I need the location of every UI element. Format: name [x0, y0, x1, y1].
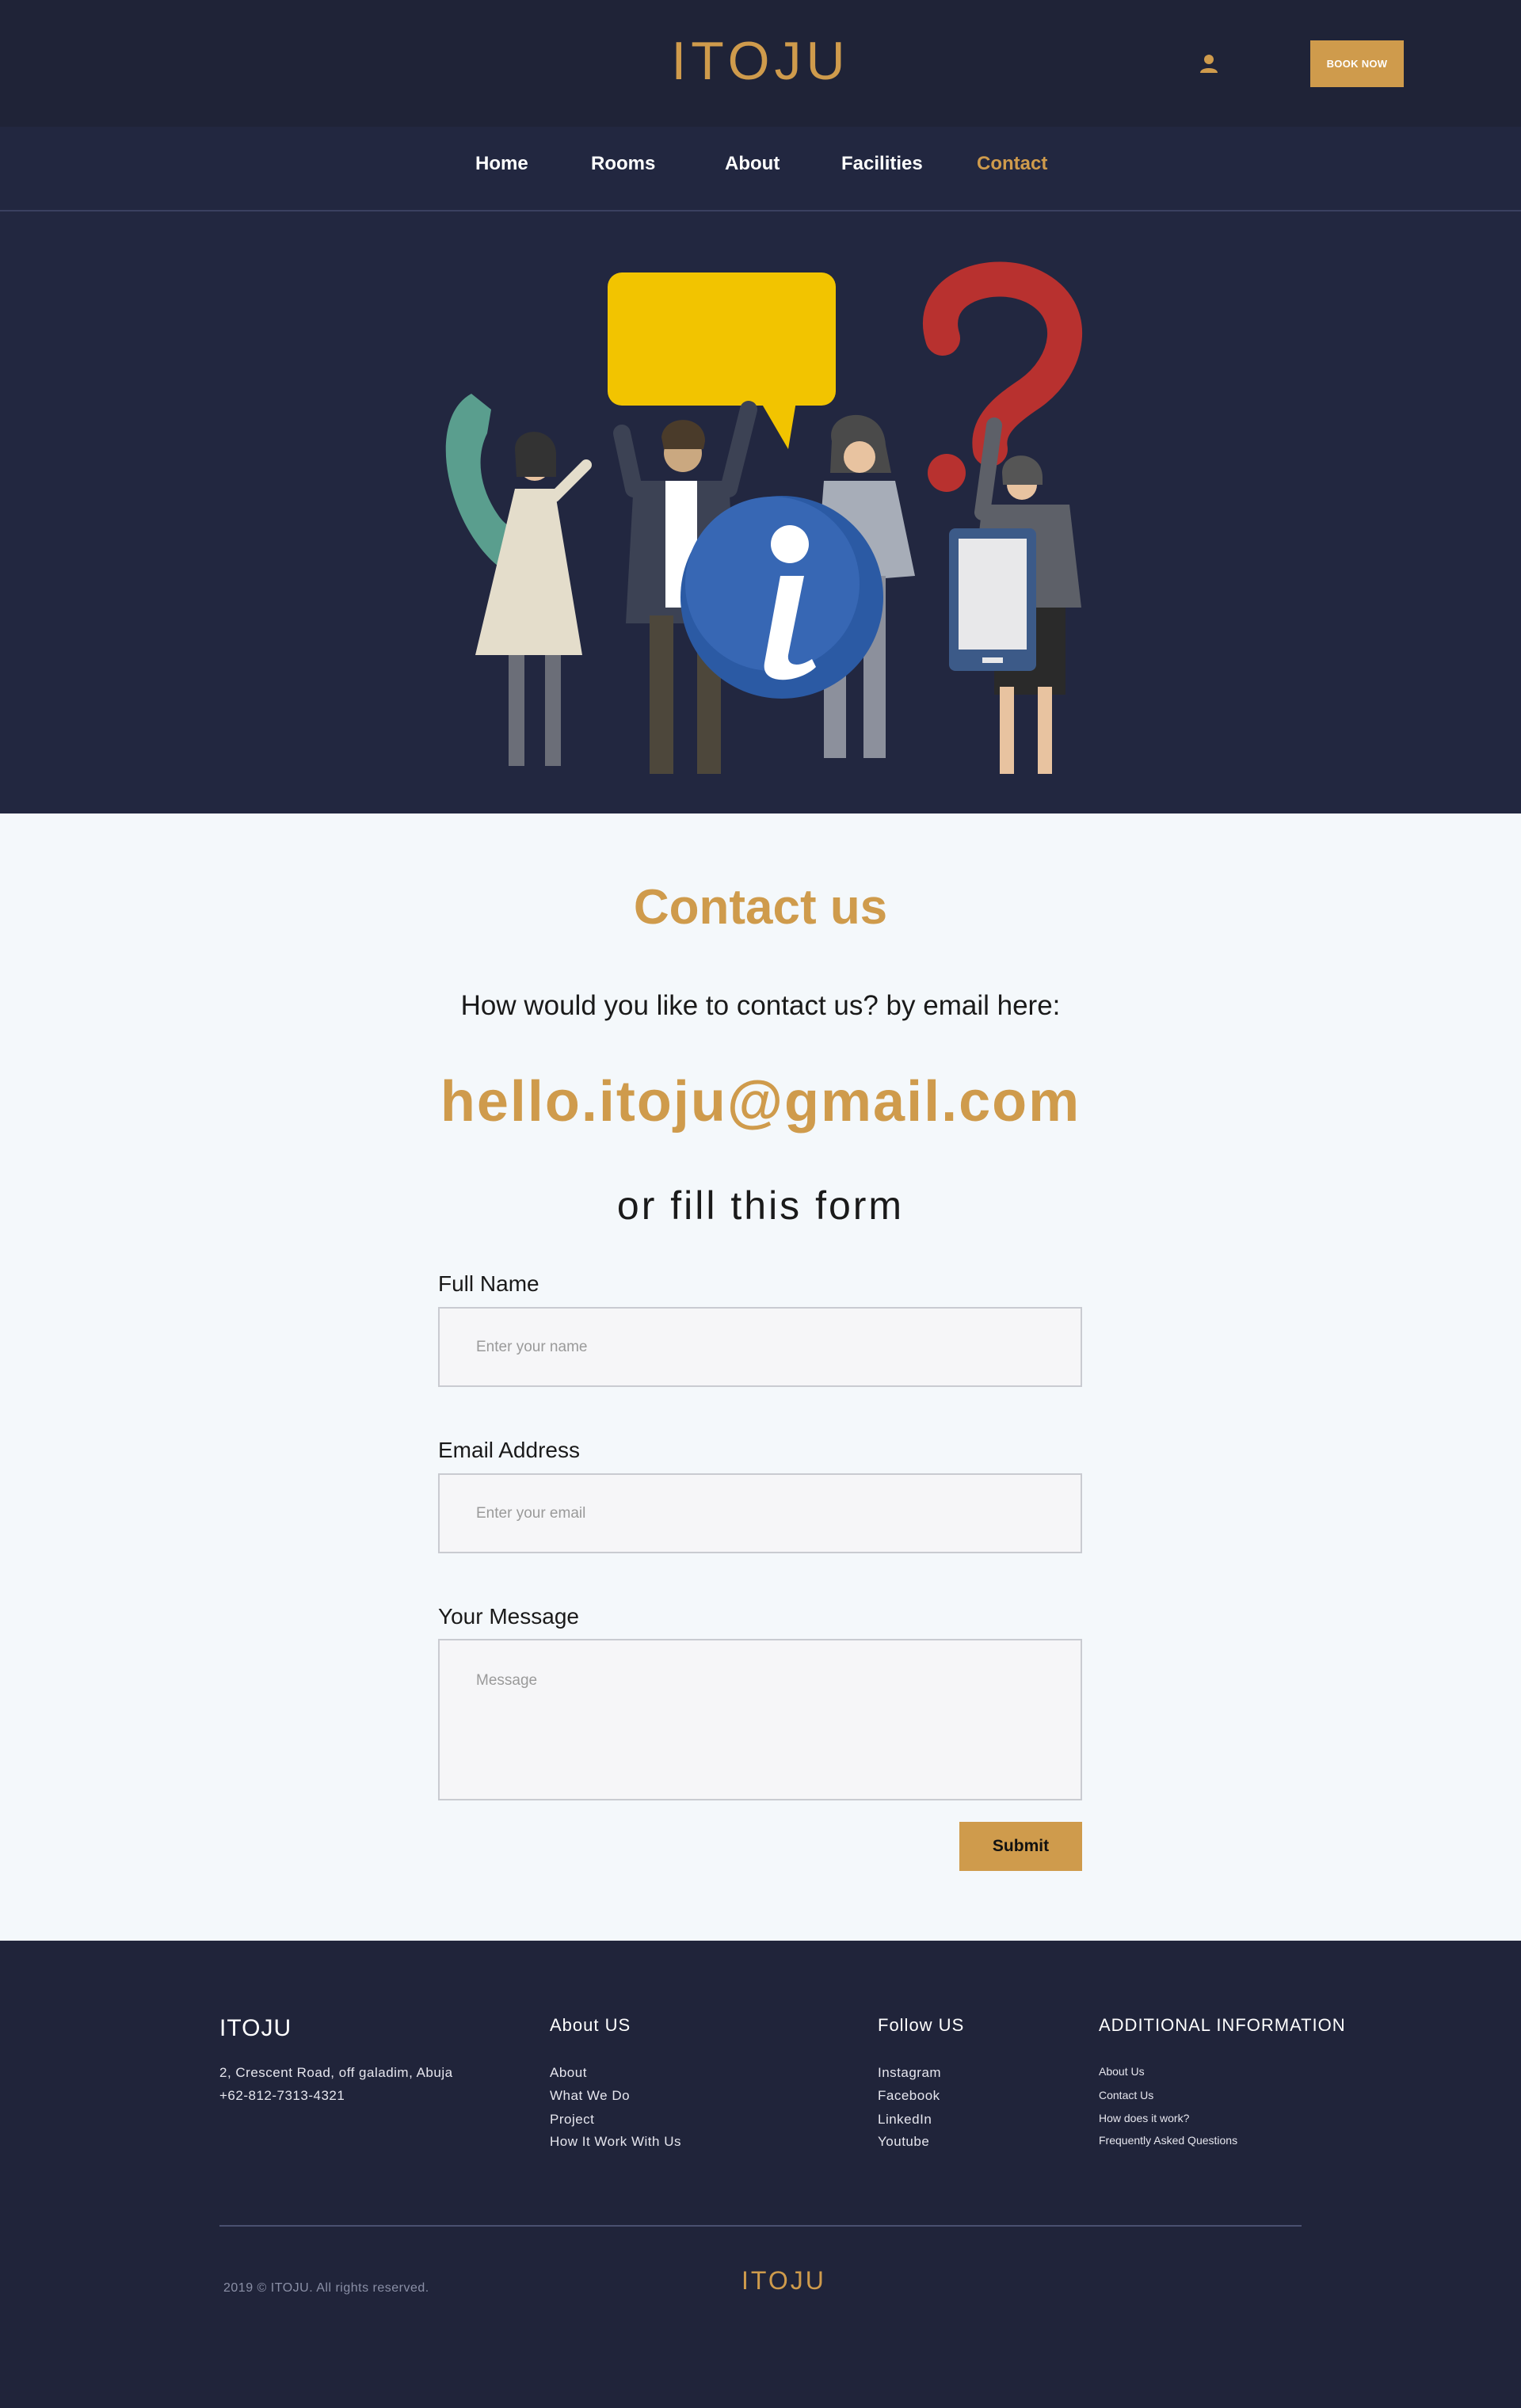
speech-bubble-icon — [608, 272, 836, 449]
footer-link-instagram[interactable]: Instagram — [878, 2065, 941, 2081]
footer-link-faq[interactable]: Frequently Asked Questions — [1099, 2134, 1237, 2147]
footer-link-about-us[interactable]: About Us — [1099, 2065, 1145, 2078]
nav-item-rooms[interactable]: Rooms — [591, 153, 655, 175]
main-nav: Home Rooms About Facilities Contact — [0, 127, 1521, 211]
footer-link-about[interactable]: About — [550, 2065, 587, 2081]
top-header: ITOJU BOOK NOW — [0, 0, 1521, 127]
info-icon — [680, 496, 883, 699]
footer-brand: ITOJU — [219, 2015, 292, 2041]
nav-item-contact[interactable]: Contact — [977, 153, 1047, 175]
footer-address: 2, Crescent Road, off galadim, Abuja — [219, 2065, 453, 2080]
footer-link-project[interactable]: Project — [550, 2112, 594, 2128]
footer-additional-heading: ADDITIONAL INFORMATION — [1099, 2015, 1346, 2035]
form-intro-text: or fill this form — [616, 1183, 905, 1228]
support-agent-1 — [475, 432, 592, 766]
email-address-label: Email Address — [438, 1438, 580, 1462]
message-label: Your Message — [438, 1604, 579, 1629]
customer-support-illustration — [445, 261, 1083, 774]
full-name-label: Full Name — [438, 1271, 539, 1296]
nav-item-facilities[interactable]: Facilities — [841, 153, 923, 175]
footer-link-facebook[interactable]: Facebook — [878, 2088, 940, 2104]
full-name-field[interactable] — [438, 1307, 1082, 1387]
footer-follow-heading: Follow US — [878, 2015, 965, 2035]
footer-copyright: 2019 © ITOJU. All rights reserved. — [223, 2281, 429, 2295]
footer-link-how-does-it-work[interactable]: How does it work? — [1099, 2112, 1189, 2124]
footer-link-what-we-do[interactable]: What We Do — [550, 2088, 630, 2104]
nav-item-home[interactable]: Home — [475, 153, 528, 175]
page-title: Contact us — [633, 880, 888, 935]
contact-email-link[interactable]: hello.itoju@gmail.com — [0, 1069, 1521, 1134]
message-field[interactable] — [438, 1639, 1082, 1800]
submit-button[interactable]: Submit — [959, 1822, 1082, 1871]
footer-link-contact-us[interactable]: Contact Us — [1099, 2089, 1153, 2101]
contact-subtitle: How would you like to contact us? by ema… — [460, 990, 1061, 1021]
email-field[interactable] — [438, 1473, 1082, 1553]
footer-about-heading: About US — [550, 2015, 631, 2035]
footer-logo[interactable]: ITOJU — [741, 2266, 826, 2296]
footer-link-youtube[interactable]: Youtube — [878, 2134, 929, 2150]
footer-phone: +62-812-7313-4321 — [219, 2088, 345, 2103]
footer-link-linkedin[interactable]: LinkedIn — [878, 2112, 932, 2128]
site-footer: ITOJU 2, Crescent Road, off galadim, Abu… — [0, 1941, 1521, 2408]
footer-link-how-it-works[interactable]: How It Work With Us — [550, 2134, 681, 2150]
footer-divider — [219, 2225, 1302, 2227]
support-agent-4 — [949, 417, 1081, 774]
hero-banner — [0, 211, 1521, 813]
user-icon[interactable] — [1198, 52, 1220, 74]
book-now-button[interactable]: BOOK NOW — [1310, 40, 1404, 87]
nav-item-about[interactable]: About — [725, 153, 780, 175]
site-logo[interactable]: ITOJU — [0, 30, 1521, 92]
